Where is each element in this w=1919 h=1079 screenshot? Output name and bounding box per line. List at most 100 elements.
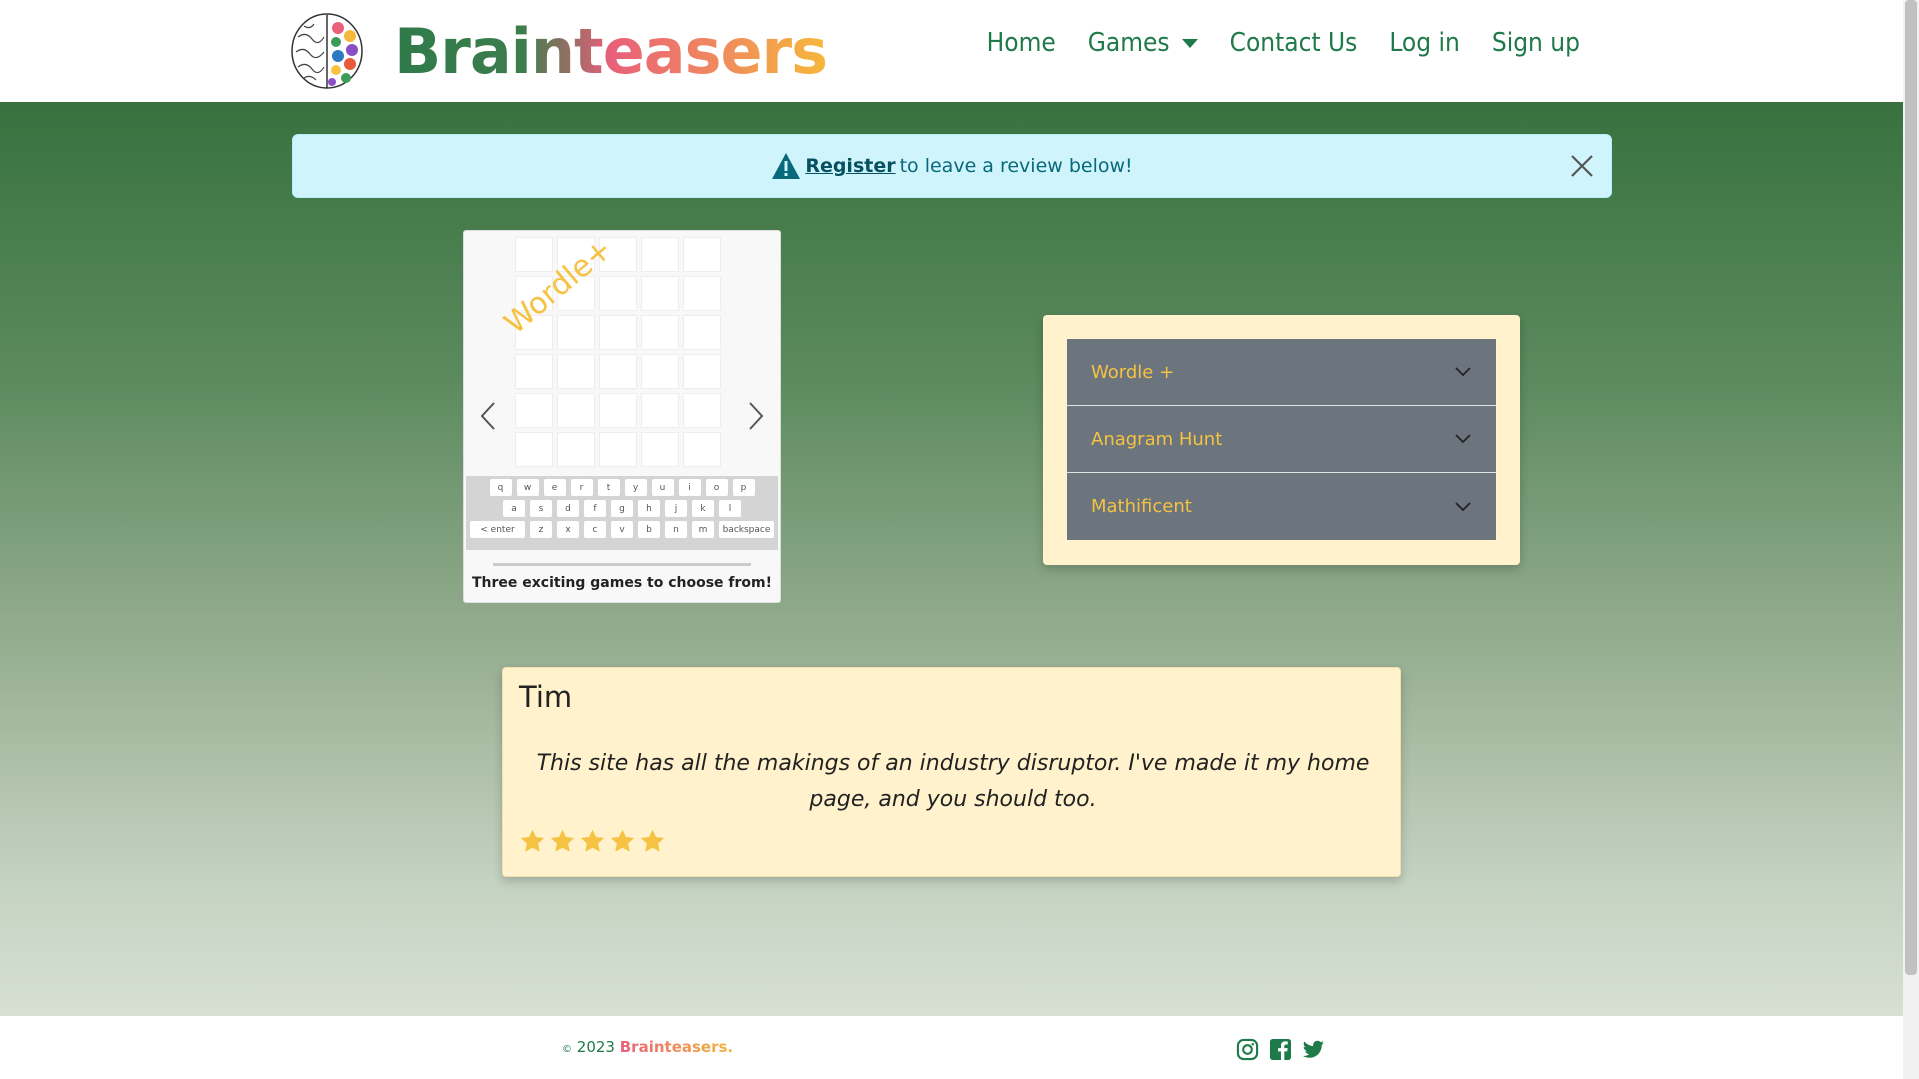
nav-signup[interactable]: Sign up	[1476, 28, 1596, 58]
chevron-left-icon[interactable]	[478, 401, 498, 431]
star-icon	[550, 829, 575, 852]
register-link[interactable]: Register	[805, 155, 895, 177]
facebook-icon[interactable]	[1269, 1038, 1292, 1061]
accordion-item-mathificent[interactable]: Mathificent	[1067, 473, 1496, 540]
key: a	[503, 500, 525, 517]
instagram-icon[interactable]	[1236, 1038, 1259, 1061]
wordle-cell	[641, 315, 679, 350]
caption-divider	[493, 563, 751, 566]
accordion-item-wordle[interactable]: Wordle +	[1067, 339, 1496, 406]
chevron-right-icon[interactable]	[746, 401, 766, 431]
wordle-cell	[683, 393, 721, 428]
wordle-cell	[683, 432, 721, 467]
accordion-item-anagram[interactable]: Anagram Hunt	[1067, 406, 1496, 473]
nav-login[interactable]: Log in	[1373, 28, 1475, 58]
scrollbar-thumb[interactable]	[1905, 0, 1917, 975]
wordle-cell	[599, 315, 637, 350]
nav-home-label: Home	[986, 28, 1056, 58]
alert-message: to leave a review below!	[899, 155, 1133, 177]
nav-links: Home Games Contact Us Log in Sign up	[971, 28, 1596, 58]
key: backspace	[719, 521, 774, 538]
nav-games-dropdown[interactable]: Games	[1072, 28, 1214, 58]
key: z	[530, 521, 552, 538]
close-icon[interactable]	[1569, 153, 1595, 179]
scrollbar[interactable]	[1903, 0, 1919, 1079]
wordle-cell	[683, 354, 721, 389]
key: d	[557, 500, 579, 517]
key: x	[557, 521, 579, 538]
keyboard: qwertyuiop asdfghjkl < enter z x c v b n m backs…	[466, 476, 778, 550]
warning-icon	[772, 153, 801, 179]
nav-games-label: Games	[1087, 28, 1170, 58]
key: g	[611, 500, 633, 517]
wordle-cell	[557, 315, 595, 350]
wordle-cell	[641, 237, 679, 272]
key: r	[570, 479, 593, 496]
games-carousel: Wordle+ qwertyuiop asdfghjkl < enter z x c v…	[463, 230, 781, 603]
key: p	[732, 479, 755, 496]
key: o	[705, 479, 728, 496]
wordle-cell	[683, 276, 721, 311]
chevron-down-icon	[1455, 367, 1471, 377]
brand[interactable]: Brainteasers	[290, 10, 828, 92]
register-alert: Register to leave a review below!	[292, 134, 1612, 198]
nav-contact-label: Contact Us	[1229, 28, 1358, 58]
chevron-down-icon	[1455, 501, 1471, 511]
navbar: Brainteasers Home Games Contact Us Log i…	[0, 0, 1903, 102]
copyright: © 2023 Brainteasers.	[562, 1038, 733, 1056]
keyboard-row: asdfghjkl	[466, 500, 778, 517]
star-icon	[580, 829, 605, 852]
nav-login-label: Log in	[1389, 28, 1460, 58]
key: u	[651, 479, 674, 496]
twitter-icon[interactable]	[1302, 1038, 1325, 1061]
main-content: Register to leave a review below! Wordle…	[0, 102, 1903, 1016]
star-icon	[520, 829, 545, 852]
key: j	[665, 500, 687, 517]
key: < enter	[470, 521, 525, 538]
key: l	[719, 500, 741, 517]
reviewer-name: Tim	[519, 680, 573, 714]
key: v	[611, 521, 633, 538]
wordle-cell	[641, 276, 679, 311]
wordle-cell	[515, 432, 553, 467]
key: q	[489, 479, 512, 496]
key: k	[692, 500, 714, 517]
footer-brand: Brainteasers.	[619, 1038, 734, 1056]
wordle-cell	[641, 393, 679, 428]
accordion-label: Mathificent	[1091, 496, 1192, 517]
key: y	[624, 479, 647, 496]
star-icon	[610, 829, 635, 852]
key: w	[516, 479, 539, 496]
games-accordion: Wordle + Anagram Hunt Mathificent	[1043, 315, 1520, 565]
nav-home[interactable]: Home	[971, 28, 1072, 58]
nav-contact[interactable]: Contact Us	[1214, 28, 1374, 58]
wordle-cell	[515, 393, 553, 428]
wordle-cell	[557, 432, 595, 467]
chevron-down-icon	[1455, 434, 1471, 444]
key: h	[638, 500, 660, 517]
nav-signup-label: Sign up	[1491, 28, 1580, 58]
wordle-grid	[515, 237, 721, 467]
keyboard-row: qwertyuiop	[466, 479, 778, 496]
wordle-cell	[599, 276, 637, 311]
key: c	[584, 521, 606, 538]
wordle-cell	[557, 393, 595, 428]
accordion-label: Wordle +	[1091, 361, 1175, 383]
copyright-symbol: ©	[562, 1044, 572, 1055]
key: m	[692, 521, 714, 538]
caret-down-icon	[1181, 38, 1198, 48]
key: n	[665, 521, 687, 538]
wordle-cell	[683, 315, 721, 350]
wordle-cell	[599, 354, 637, 389]
review-card: Tim This site has all the makings of an …	[502, 667, 1401, 877]
wordle-cell	[599, 432, 637, 467]
key: i	[678, 479, 701, 496]
review-text: This site has all the makings of an indu…	[536, 751, 1370, 812]
accordion-label: Anagram Hunt	[1091, 428, 1223, 450]
brand-name: Brainteasers	[394, 14, 828, 88]
wordle-cell	[557, 354, 595, 389]
key: s	[530, 500, 552, 517]
rating-stars	[519, 828, 666, 855]
social-links	[1236, 1038, 1325, 1061]
key: t	[597, 479, 620, 496]
